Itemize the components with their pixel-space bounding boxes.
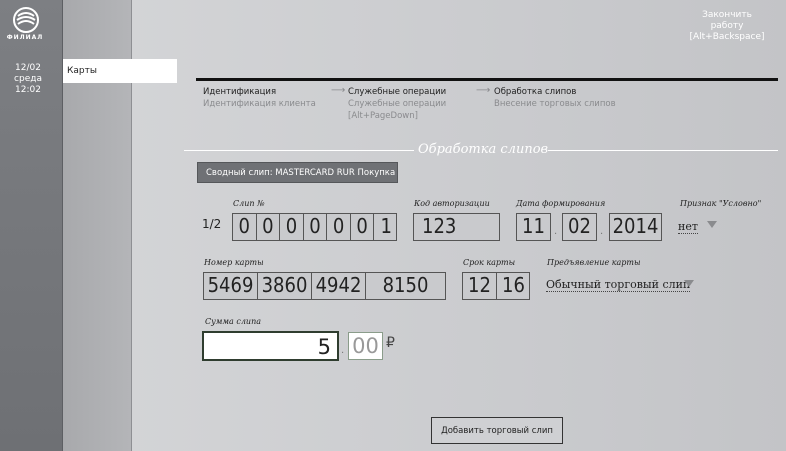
step-arrow-icon: ⟶: [476, 85, 491, 96]
step-hint: [Alt+PageDown]: [348, 111, 418, 121]
step-identification[interactable]: Идентификация Идентификация клиента: [203, 86, 316, 110]
expiry-field[interactable]: 12 16: [462, 272, 530, 300]
amount-cents-input[interactable]: 00: [348, 332, 383, 360]
step-service-operations[interactable]: Служебные операции Служебные операции [A…: [348, 86, 446, 122]
expiry-month-value: 12: [463, 273, 497, 299]
date-time-display: 12/02 среда 12:02: [0, 63, 56, 96]
ruble-icon: ₽: [386, 335, 395, 351]
date-separator: .: [600, 226, 604, 237]
conditional-dropdown[interactable]: нет: [678, 220, 698, 234]
slip-number-label: Слип №: [233, 199, 265, 208]
slip-digit: 0: [280, 214, 304, 240]
amount-input[interactable]: 5: [202, 331, 339, 361]
add-trade-slip-button[interactable]: Добавить торговый слип: [431, 417, 563, 444]
amount-label: Сумма слипа: [205, 317, 261, 326]
exit-button[interactable]: Закончить работу [Alt+Backspace]: [682, 10, 772, 43]
card-number-group: 5469: [204, 273, 258, 299]
date: 12/02: [15, 63, 41, 73]
bank-logo-icon: [13, 7, 39, 33]
slip-digit: 0: [327, 214, 351, 240]
slip-digit: 1: [380, 214, 392, 238]
card-number-field[interactable]: 5469 3860 4942 8150: [203, 272, 446, 300]
expiry-year-value: 16: [502, 273, 525, 297]
auth-code-field[interactable]: 123: [413, 213, 500, 241]
steps-divider: [196, 78, 778, 81]
date-month-value: 02: [568, 214, 591, 238]
step-title: Обработка слипов: [494, 87, 577, 97]
slip-number-field[interactable]: 0000001: [232, 213, 397, 241]
section-line-right: [548, 150, 778, 151]
slip-digit: 0: [351, 214, 375, 240]
step-title: Служебные операции: [348, 87, 447, 97]
auth-code-label: Код авторизации: [414, 199, 490, 208]
slip-digit: 0: [257, 214, 281, 240]
date-year-field[interactable]: 2014: [609, 213, 662, 241]
date-day-value: 11: [522, 214, 545, 238]
nav-item-cards[interactable]: Карты: [63, 59, 177, 83]
date-separator: .: [554, 226, 558, 237]
amount-separator: .: [341, 345, 345, 356]
step-subtitle: Идентификация клиента: [203, 99, 316, 109]
slip-digit: 0: [304, 214, 328, 240]
time: 12:02: [15, 85, 41, 95]
summary-slip-button[interactable]: Сводный слип: MASTERCARD RUR Покупка: [197, 162, 398, 183]
card-number-group: 8150: [382, 273, 429, 297]
conditional-dropdown-arrow-icon[interactable]: [707, 221, 717, 228]
date-year-value: 2014: [612, 214, 659, 238]
date-month-field[interactable]: 02: [562, 213, 597, 241]
card-number-label: Номер карты: [204, 258, 264, 267]
expiry-label: Срок карты: [463, 258, 516, 267]
left-rail: ФИЛИАЛ 12/02 среда 12:02: [0, 0, 62, 451]
date-label: Дата формирования: [516, 199, 606, 208]
logo-text: ФИЛИАЛ: [6, 34, 44, 41]
auth-code-value: 123: [422, 214, 457, 238]
date-day-field[interactable]: 11: [516, 213, 551, 241]
step-arrow-icon: ⟶: [331, 85, 346, 96]
presentation-dropdown[interactable]: Обычный торговый слип: [546, 278, 691, 292]
step-subtitle: Внесение торговых слипов: [494, 99, 616, 109]
slip-digit: 0: [233, 214, 257, 240]
step-slip-processing[interactable]: Обработка слипов Внесение торговых слипо…: [494, 86, 616, 110]
exit-label-2: работу: [710, 21, 744, 31]
section-title: Обработка слипов: [418, 142, 549, 157]
slip-counter: 1/2: [202, 217, 222, 231]
step-title: Идентификация: [203, 87, 277, 97]
card-number-group: 3860: [258, 273, 312, 299]
weekday: среда: [14, 74, 42, 84]
section-line-left: [184, 150, 414, 151]
card-number-group: 4942: [312, 273, 366, 299]
step-subtitle: Служебные операции: [348, 99, 447, 109]
exit-hint: [Alt+Backspace]: [689, 32, 765, 42]
exit-label-1: Закончить: [702, 10, 752, 20]
presentation-label: Предъявление карты: [547, 258, 641, 267]
conditional-label: Признак "Условно": [680, 199, 762, 208]
presentation-dropdown-arrow-icon[interactable]: [684, 280, 694, 287]
